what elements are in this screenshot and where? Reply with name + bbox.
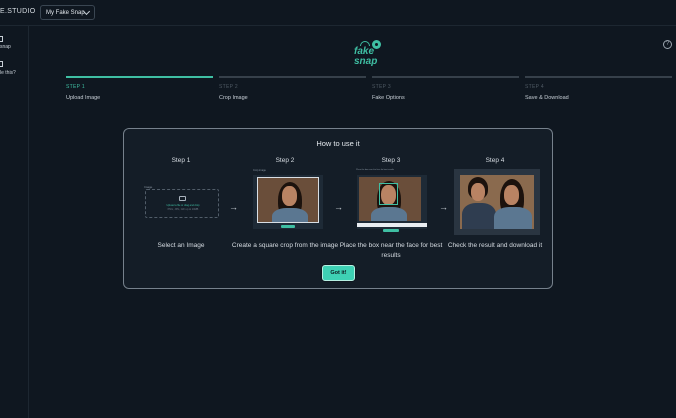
upload-instructions: Upload a file or drag and drop PNG, JPG,… [146, 204, 220, 211]
sidebar: snap le this? [0, 26, 29, 418]
modal-title: How to use it [316, 139, 360, 148]
step-label: Crop Image [219, 95, 248, 101]
logo-bottom-word: snap [354, 56, 378, 67]
step-fake-options[interactable]: STEP 3 Fake Options [372, 76, 519, 101]
sidebar-help-icon [0, 61, 3, 67]
howto-step-desc: Check the result and download it [447, 242, 543, 249]
howto-step-3: Step 3 Place the box near the face for b… [340, 157, 443, 259]
options-thumb-label: Place the box near the face for best res… [356, 169, 395, 171]
how-to-use-modal: How to use it Step 1 Select an Image Ima… [123, 128, 553, 289]
howto-step-title: Step 3 [381, 157, 401, 164]
arrow-right-icon: → [334, 202, 343, 212]
brand-name: E.STUDIO [0, 8, 36, 15]
step-progress-bar [66, 76, 213, 78]
sidebar-item-snap[interactable]: snap [0, 36, 29, 52]
howto-step-title: Step 2 [275, 157, 295, 164]
options-photo [359, 177, 421, 221]
logo-top-word: fake [354, 46, 375, 57]
step-label: Save & Download [525, 95, 569, 101]
face-selection-box [379, 183, 398, 205]
got-it-button[interactable]: Got it! [322, 265, 355, 281]
image-icon [179, 196, 186, 201]
step-upload-image[interactable]: STEP 1 Upload Image [66, 76, 213, 101]
options-thumbnail [357, 175, 427, 232]
step-number: STEP 1 [66, 84, 85, 90]
howto-step-title: Step 1 [171, 157, 191, 164]
howto-step-desc: Select an Image [157, 242, 205, 249]
sidebar-snap-icon [0, 36, 3, 42]
result-thumbnail [454, 169, 540, 235]
howto-step-desc: Place the box near the face for best res… [339, 242, 443, 259]
project-select-value: My Fake Snap [46, 9, 85, 16]
options-controls-bar [357, 223, 427, 227]
fakesnap-logo: fake snap [352, 40, 386, 70]
sidebar-item-label: le this? [0, 70, 16, 76]
step-number: STEP 4 [525, 84, 544, 90]
result-photo [460, 175, 534, 229]
help-circle-icon[interactable]: ? [663, 40, 672, 49]
howto-step-2: Step 2 Create a square crop from the ima… [232, 157, 338, 249]
arrow-right-icon: → [229, 202, 238, 212]
howto-step-title: Step 4 [485, 157, 505, 164]
step-progress-bar [372, 76, 519, 78]
step-number: STEP 3 [372, 84, 391, 90]
step-label: Upload Image [66, 95, 101, 101]
sidebar-item-label: snap [0, 44, 11, 50]
upload-dropzone-preview: Upload a file or drag and drop PNG, JPG,… [145, 189, 219, 218]
howto-step-1: Step 1 Select an Image [133, 157, 229, 249]
crop-thumb-label: Crop image [253, 169, 266, 172]
step-label: Fake Options [372, 95, 405, 101]
app-root: E.STUDIO My Fake Snap snap le this? ? fa… [0, 0, 676, 418]
crop-thumbnail [253, 175, 323, 229]
step-progress-bar [525, 76, 672, 78]
options-confirm-mini-button [383, 229, 399, 232]
step-number: STEP 2 [219, 84, 238, 90]
crop-confirm-mini-button [281, 225, 295, 228]
step-progress-bar [219, 76, 366, 78]
step-save-download[interactable]: STEP 4 Save & Download [525, 76, 672, 101]
project-select[interactable]: My Fake Snap [40, 5, 95, 20]
crop-photo [257, 177, 319, 223]
sidebar-item-help[interactable]: le this? [0, 61, 29, 77]
howto-step-4: Step 4 Check the result and download it [447, 157, 543, 249]
upload-text-secondary: PNG, JPG, GIF up to 10MB [167, 207, 199, 211]
arrow-right-icon: → [439, 202, 448, 212]
top-bar: E.STUDIO My Fake Snap [0, 0, 676, 26]
howto-step-desc: Create a square crop from the image [231, 242, 339, 249]
step-crop-image[interactable]: STEP 2 Crop Image [219, 76, 366, 101]
